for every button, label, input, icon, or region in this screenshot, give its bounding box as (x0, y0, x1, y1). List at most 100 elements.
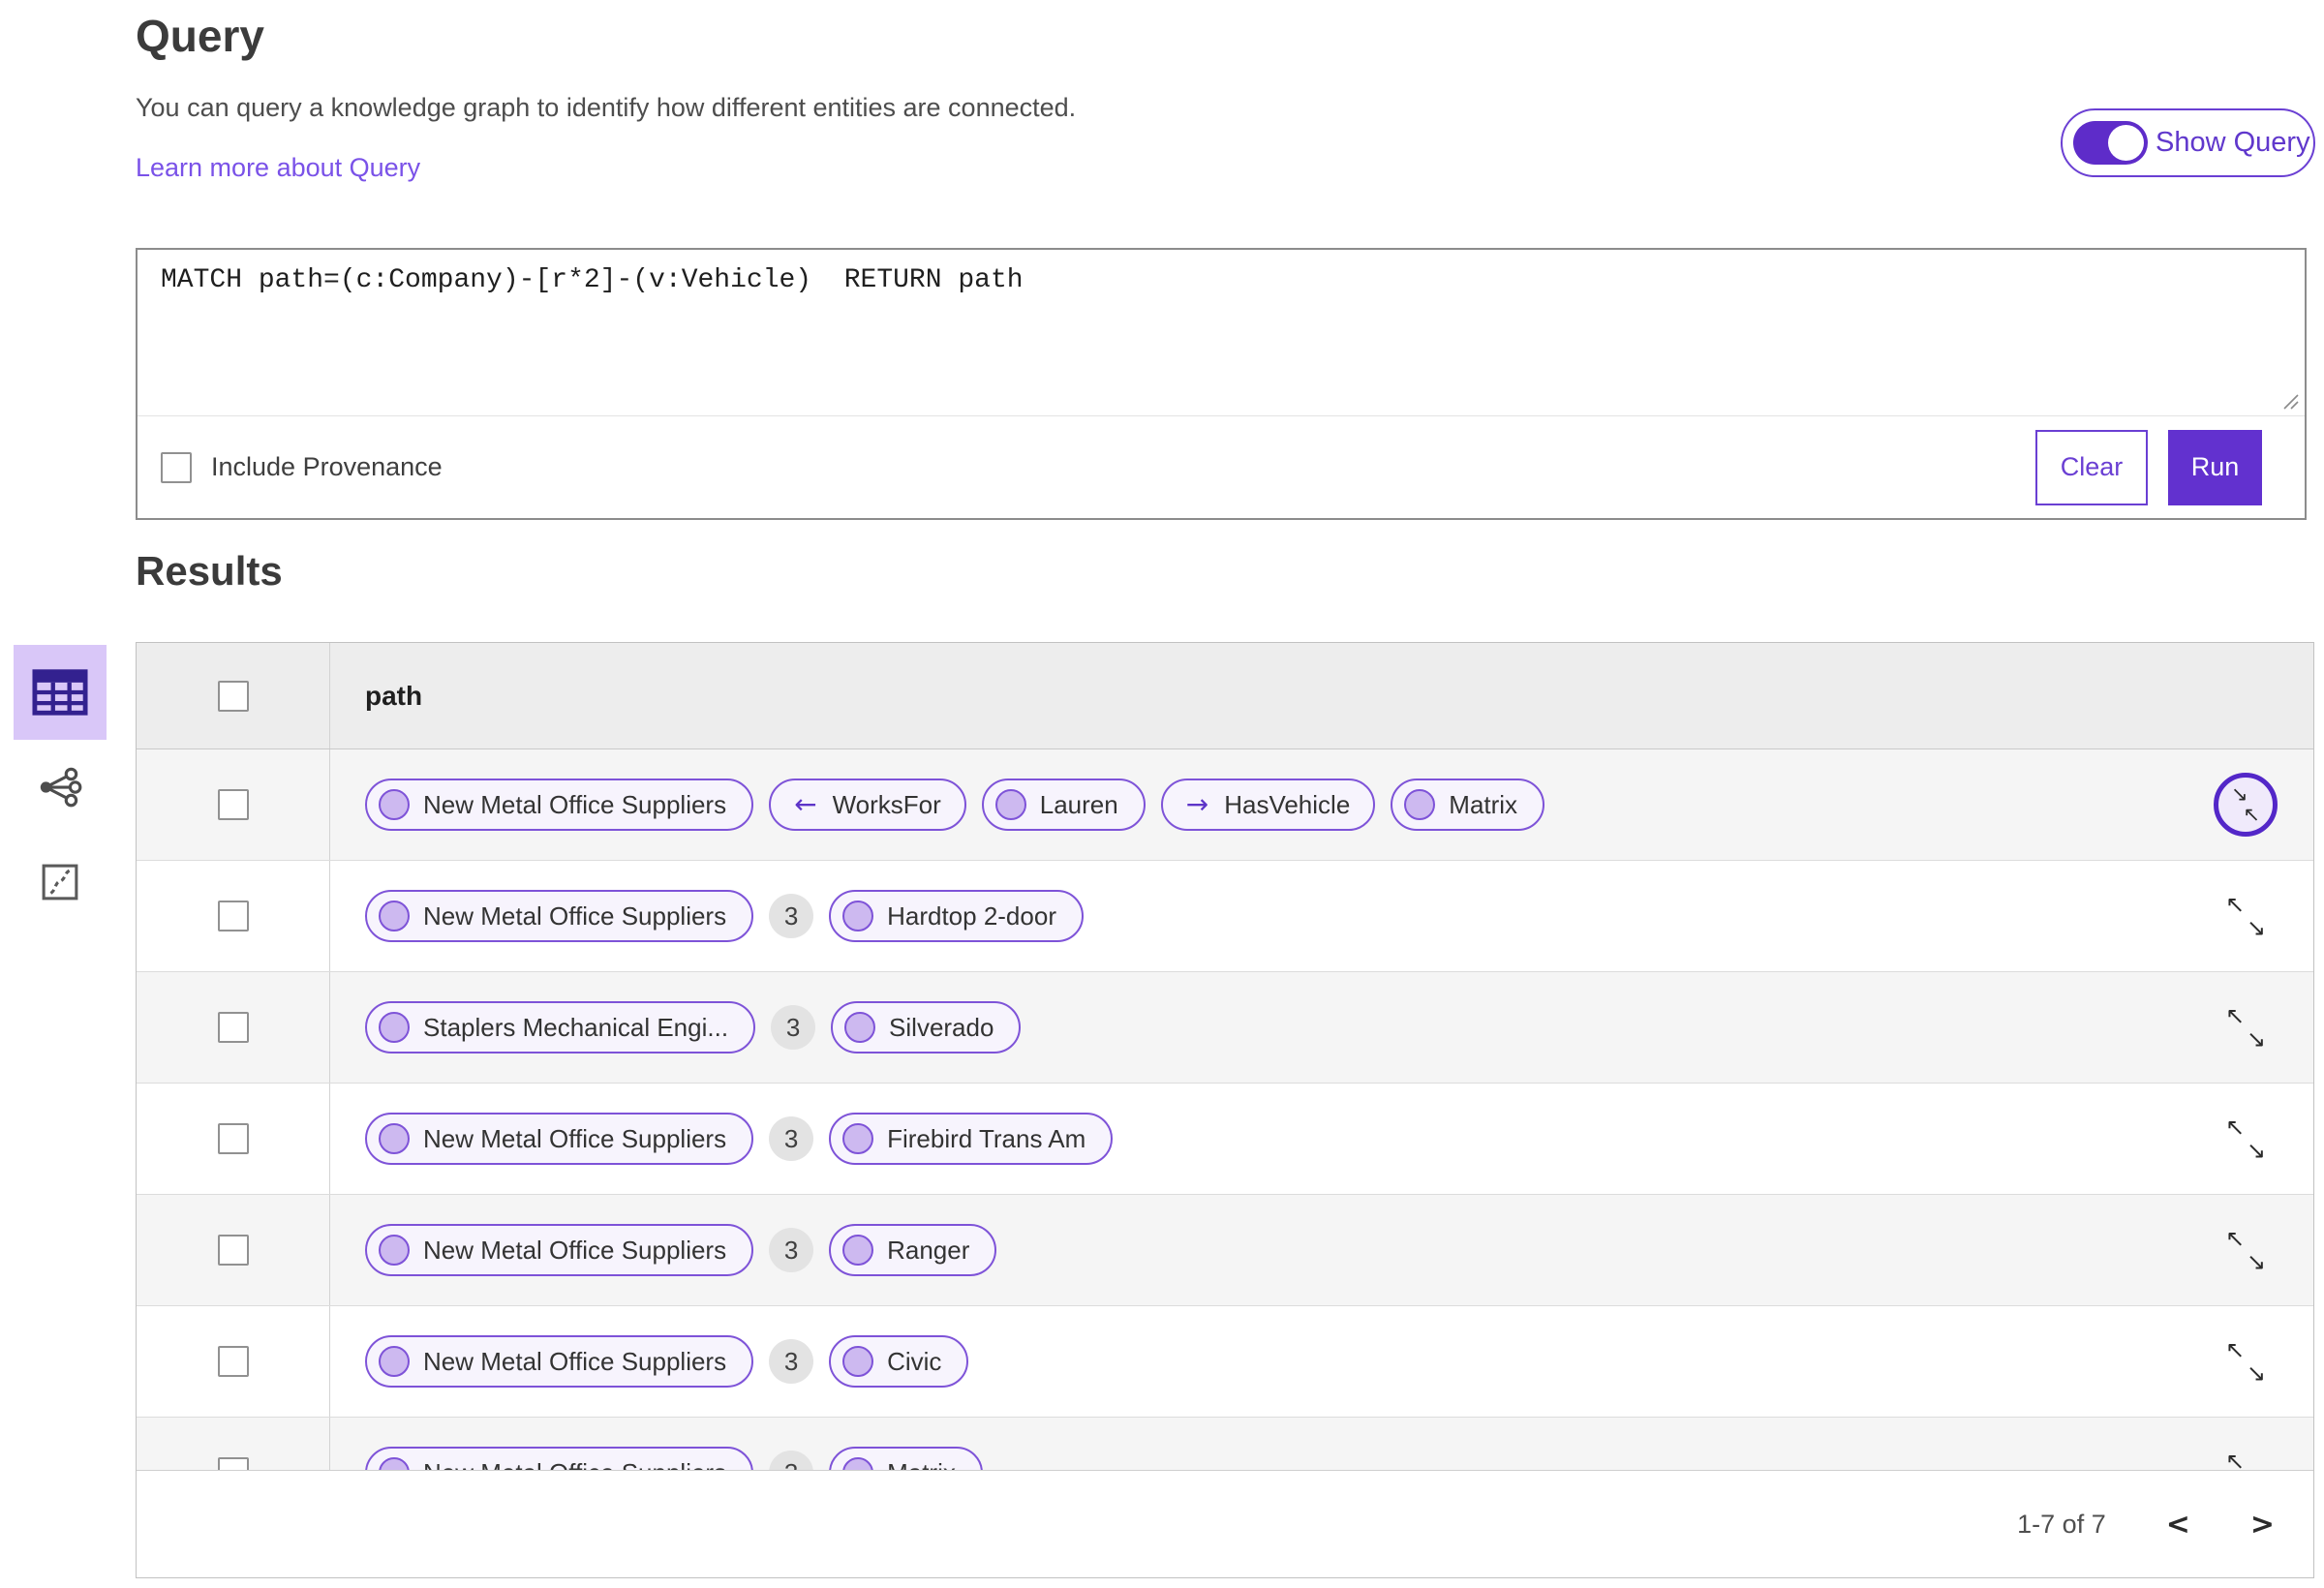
expand-arrow-icon: ↖ (2225, 1336, 2246, 1363)
entity-pill[interactable]: Firebird Trans Am (829, 1113, 1114, 1165)
entity-pill[interactable]: New Metal Office Suppliers (365, 1335, 754, 1388)
row-checkbox[interactable] (217, 789, 249, 820)
entity-pill[interactable]: New Metal Office Suppliers (365, 890, 754, 942)
row-checkbox[interactable] (217, 1235, 249, 1266)
row-checkbox[interactable] (217, 1012, 249, 1043)
table-row: New Metal Office Suppliers 3 Civic ↖ ↘ (137, 1306, 2313, 1418)
table-row: New Metal Office Suppliers 3 Matrix ↖↘ (137, 1418, 2313, 1470)
expand-arrow-icon: ↘ (2246, 1248, 2266, 1275)
relation-pill[interactable]: ← WorksFor (769, 779, 966, 831)
expand-row-button[interactable]: ↖↘ (2223, 1338, 2268, 1385)
node-circle-icon (379, 1235, 410, 1266)
row-checkbox-cell (137, 1195, 330, 1305)
resize-handle-icon[interactable] (2280, 391, 2300, 411)
table-footer: 1-7 of 7 < > (137, 1470, 2313, 1577)
pagination-prev-icon[interactable]: < (2166, 1508, 2190, 1542)
expand-row-button[interactable]: ↖↘ (2223, 893, 2268, 939)
entity-label: New Metal Office Suppliers (423, 1458, 726, 1471)
select-all-cell (137, 643, 330, 748)
row-checkbox-cell (137, 972, 330, 1083)
entity-pill[interactable]: New Metal Office Suppliers (365, 1113, 754, 1165)
toggle-knob (2108, 125, 2144, 161)
show-query-toggle[interactable]: Show Query (2061, 108, 2315, 177)
entity-label: Matrix (1449, 789, 1518, 819)
expand-row-button[interactable]: ↖↘ (2223, 1450, 2268, 1470)
entity-pill[interactable]: Matrix (1391, 779, 1545, 831)
hop-count-badge: 3 (769, 1228, 814, 1272)
node-circle-icon (842, 1346, 874, 1377)
entity-label: Silverado (889, 1012, 994, 1042)
entity-label: Staplers Mechanical Engi... (423, 1012, 729, 1042)
hop-count-badge: 3 (771, 1005, 816, 1050)
table-view-icon (32, 669, 88, 716)
node-circle-icon (379, 1123, 410, 1154)
table-row: New Metal Office Suppliers 3 Hardtop 2-doo… (137, 861, 2313, 972)
path-cell: New Metal Office Suppliers 3 Firebird Tran… (330, 1084, 2178, 1194)
collapse-row-button[interactable]: ↘ ↖ (2214, 773, 2278, 837)
graph-view-icon (40, 767, 82, 808)
expand-row-button[interactable]: ↖↘ (2223, 1115, 2268, 1162)
path-cell: New Metal Office Suppliers 3 Hardtop 2-doo… (330, 861, 2178, 971)
hop-count-badge: 3 (769, 1451, 814, 1470)
entity-pill[interactable]: New Metal Office Suppliers (365, 1224, 754, 1276)
path-cell: New Metal Office Suppliers 3 Matrix (330, 1418, 2178, 1470)
action-cell: ↖↘ (2178, 1306, 2313, 1417)
entity-label: New Metal Office Suppliers (423, 1123, 727, 1153)
run-button[interactable]: Run (2168, 429, 2262, 505)
learn-more-link[interactable]: Learn more about Query (136, 153, 420, 183)
page-description: You can query a knowledge graph to ident… (136, 93, 1077, 122)
expand-arrow-icon: ↘ (2246, 1137, 2266, 1164)
entity-pill[interactable]: New Metal Office Suppliers (365, 1447, 754, 1471)
row-checkbox[interactable] (217, 1346, 249, 1377)
query-input[interactable]: MATCH path=(c:Company)-[r*2]-(v:Vehicle)… (138, 250, 2305, 415)
row-checkbox[interactable] (217, 1457, 249, 1470)
include-provenance-checkbox[interactable] (161, 451, 192, 483)
clear-button[interactable]: Clear (2035, 429, 2148, 505)
table-row: New Metal Office Suppliers 3 Ranger ↖ ↘ (137, 1195, 2313, 1306)
entity-label: Ranger (887, 1235, 970, 1265)
collapse-arrow-icon: ↖ (2243, 803, 2260, 826)
pagination-next-icon[interactable]: > (2250, 1508, 2275, 1542)
entity-label: New Metal Office Suppliers (423, 901, 727, 931)
entity-label: New Metal Office Suppliers (423, 1346, 727, 1376)
select-all-checkbox[interactable] (217, 680, 249, 712)
expand-row-button[interactable]: ↖↘ (2223, 1227, 2268, 1273)
show-query-label: Show Query (2156, 127, 2310, 158)
view-switcher (14, 645, 107, 930)
node-circle-icon (844, 1012, 876, 1043)
table-row: New Metal Office Suppliers ← WorksFor Laure… (137, 749, 2313, 861)
node-circle-icon (994, 789, 1026, 820)
graph-view-button[interactable] (14, 740, 107, 835)
entity-label: Matrix (887, 1458, 956, 1471)
entity-pill[interactable]: Silverado (831, 1001, 1022, 1054)
node-circle-icon (379, 1346, 410, 1377)
entity-pill[interactable]: Matrix (829, 1447, 983, 1470)
collapse-arrow-icon: ↘ (2231, 782, 2248, 806)
entity-pill[interactable]: New Metal Office Suppliers (365, 779, 754, 831)
row-checkbox[interactable] (217, 901, 249, 931)
table-header-row: path (137, 643, 2313, 749)
expand-arrow-icon: ↘ (2246, 1025, 2266, 1053)
node-circle-icon (379, 1457, 410, 1470)
action-cell: ↖↘ (2178, 1195, 2313, 1305)
node-circle-icon (379, 789, 410, 820)
expand-arrow-icon: ↖ (2225, 891, 2246, 918)
node-circle-icon (842, 1457, 874, 1470)
hop-count-badge: 3 (769, 894, 814, 938)
table-view-button[interactable] (14, 645, 107, 740)
map-view-button[interactable] (14, 835, 107, 930)
entity-pill[interactable]: Lauren (981, 779, 1146, 831)
entity-label: Hardtop 2-door (887, 901, 1056, 931)
relation-pill[interactable]: → HasVehicle (1160, 779, 1376, 831)
row-checkbox[interactable] (217, 1123, 249, 1154)
toggle-switch-icon[interactable] (2073, 121, 2148, 165)
entity-pill[interactable]: Civic (829, 1335, 969, 1388)
row-checkbox-cell (137, 749, 330, 860)
entity-pill[interactable]: Staplers Mechanical Engi... (365, 1001, 756, 1054)
path-cell: Staplers Mechanical Engi... 3 Silverado (330, 972, 2178, 1083)
entity-label: Lauren (1039, 789, 1118, 819)
expand-row-button[interactable]: ↖↘ (2223, 1004, 2268, 1051)
results-heading: Results (136, 548, 283, 594)
entity-pill[interactable]: Hardtop 2-door (829, 890, 1084, 942)
entity-pill[interactable]: Ranger (829, 1224, 997, 1276)
